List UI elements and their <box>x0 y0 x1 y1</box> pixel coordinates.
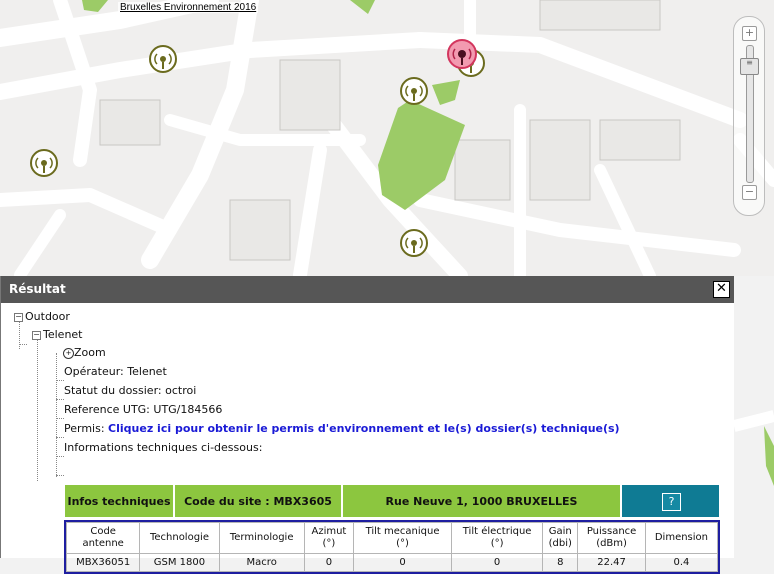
statut-value: octroi <box>165 384 197 397</box>
help-cell: ? <box>621 484 720 518</box>
cell-azimut: 0 <box>303 553 355 572</box>
antenna-icon[interactable] <box>400 229 428 257</box>
result-panel: Résultat ✕ − Outdoor − Telenet + Zoom Opéra… <box>0 276 734 574</box>
cell-puissance: 22.47 <box>577 553 646 572</box>
col-dimension: Dimension <box>644 522 719 554</box>
info-row: Informations techniques ci-dessous: <box>64 441 262 454</box>
magnifier-icon: + <box>63 347 74 359</box>
zoom-label: Zoom <box>74 346 106 359</box>
operator-row: Opérateur: Telenet <box>64 365 167 378</box>
col-tilt-mecanique: Tilt mecanique (°) <box>353 522 452 554</box>
permis-link[interactable]: Cliquez ici pour obtenir le permis d'env… <box>108 422 620 435</box>
close-button[interactable]: ✕ <box>713 281 730 298</box>
tree-connector <box>56 399 64 400</box>
antenna-icon[interactable] <box>30 149 58 177</box>
zoom-control: + ≡ − <box>733 16 765 216</box>
tree-node-telenet[interactable]: − Telenet <box>32 328 83 341</box>
cell-technologie: GSM 1800 <box>139 553 220 572</box>
zoom-out-button[interactable]: − <box>742 185 757 200</box>
zoom-link[interactable]: + Zoom <box>63 346 106 359</box>
collapse-icon[interactable]: − <box>14 312 23 322</box>
selected-antenna-icon[interactable] <box>447 39 477 69</box>
col-tilt-electrique: Tilt électrique (°) <box>450 522 544 554</box>
antenna-icon[interactable] <box>149 45 177 73</box>
col-terminologie: Terminologie <box>218 522 305 554</box>
code-site-cell: Code du site : MBX3605 <box>174 484 342 518</box>
tech-table-wrapper: Code antenne Technologie Terminologie Azi… <box>64 520 720 574</box>
tree-connector <box>56 380 64 381</box>
col-gain: Gain (dbi) <box>542 522 579 554</box>
col-code-antenne: Code antenne <box>65 522 141 554</box>
tree-connector <box>56 418 64 419</box>
info-bar: Infos techniques Code du site : MBX3605 … <box>64 484 720 518</box>
tree-connector <box>56 475 64 476</box>
tree-connector <box>56 456 64 457</box>
zoom-slider-handle[interactable]: ≡ <box>740 58 759 75</box>
cell-code-antenne: MBX36051 <box>65 553 141 572</box>
tree-node-label: Outdoor <box>25 310 70 323</box>
tree-node-outdoor[interactable]: − Outdoor <box>14 310 70 323</box>
result-panel-header: Résultat ✕ <box>1 276 734 303</box>
reference-value: UTG/184566 <box>153 403 223 416</box>
map-copyright[interactable]: Bruxelles Environnement 2016 <box>118 2 259 13</box>
infos-techniques-tab[interactable]: Infos techniques <box>64 484 174 518</box>
tree-connector <box>56 353 57 477</box>
col-technologie: Technologie <box>139 522 220 554</box>
operator-value: Telenet <box>127 365 167 378</box>
permis-label: Permis: <box>64 422 105 435</box>
cell-tilt-mecanique: 0 <box>353 553 452 572</box>
cell-dimension: 0.4 <box>644 553 719 572</box>
collapse-icon[interactable]: − <box>32 330 41 340</box>
statut-row: Statut du dossier: octroi <box>64 384 196 397</box>
panel-title: Résultat <box>9 282 66 296</box>
cell-gain: 8 <box>542 553 579 572</box>
tree-node-label: Telenet <box>43 328 83 341</box>
reference-row: Reference UTG: UTG/184566 <box>64 403 222 416</box>
antenna-icon[interactable] <box>400 77 428 105</box>
operator-label: Opérateur: <box>64 365 124 378</box>
col-azimut: Azimut (°) <box>303 522 355 554</box>
address-cell: Rue Neuve 1, 1000 BRUXELLES <box>342 484 621 518</box>
table-header-row: Code antenne Technologie Terminologie Azi… <box>65 522 719 554</box>
permis-row: Permis: Cliquez ici pour obtenir le perm… <box>64 422 620 435</box>
tree-connector <box>56 437 64 438</box>
cell-terminologie: Macro <box>218 553 305 572</box>
cell-tilt-electrique: 0 <box>450 553 544 572</box>
table-row: MBX36051 GSM 1800 Macro 0 0 0 8 22.47 0.… <box>65 553 719 572</box>
info-label: Informations techniques ci-dessous: <box>64 441 263 454</box>
map-right-strip-canvas <box>732 410 774 486</box>
help-icon[interactable]: ? <box>662 493 681 511</box>
statut-label: Statut du dossier: <box>64 384 162 397</box>
tech-table: Code antenne Technologie Terminologie Azi… <box>65 522 719 572</box>
col-puissance: Puissance (dBm) <box>577 522 646 554</box>
map-right-strip <box>732 276 774 558</box>
reference-label: Reference UTG: <box>64 403 150 416</box>
tree-connector <box>37 337 38 481</box>
zoom-in-button[interactable]: + <box>742 26 757 41</box>
tree-connector <box>19 344 27 345</box>
